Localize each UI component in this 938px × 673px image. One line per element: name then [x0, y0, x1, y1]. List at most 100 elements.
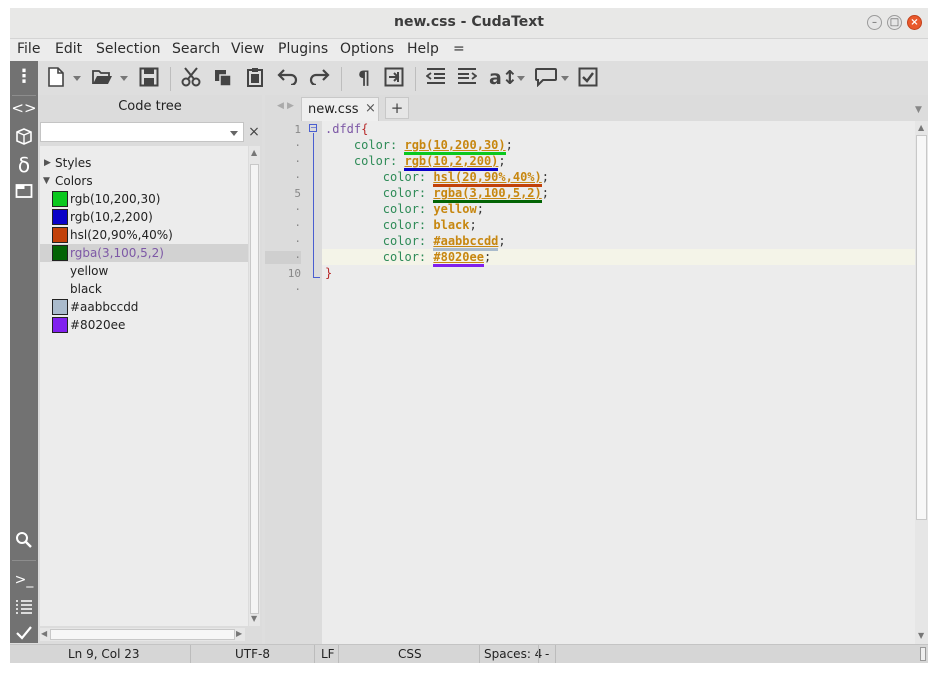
- fold-collapse-icon[interactable]: −: [309, 124, 317, 132]
- code-tree-icon[interactable]: <>: [10, 99, 38, 117]
- close-window-button[interactable]: ×: [907, 15, 922, 30]
- scroll-down-icon[interactable]: ▼: [251, 614, 257, 623]
- tree-item[interactable]: rgb(10,200,30): [40, 190, 248, 208]
- close-icon[interactable]: ×: [365, 101, 376, 116]
- tree-group-styles[interactable]: ▶ Styles: [40, 154, 248, 172]
- chevron-right-icon[interactable]: ▶: [44, 154, 51, 172]
- semicolon: ;: [476, 202, 484, 216]
- menu-bar: File Edit Selection Search View Plugins …: [10, 39, 928, 61]
- console-icon[interactable]: >_: [10, 572, 38, 588]
- tree-item[interactable]: hsl(20,90%,40%): [40, 226, 248, 244]
- color-swatch: [52, 299, 68, 315]
- tree-group-colors[interactable]: ▼ Colors: [40, 172, 248, 190]
- menu-edit[interactable]: Edit: [55, 41, 82, 57]
- search-icon[interactable]: [10, 531, 38, 554]
- comment-dropdown-icon[interactable]: [561, 76, 569, 81]
- scroll-left-icon[interactable]: ◀: [41, 629, 47, 638]
- project-icon[interactable]: [10, 127, 38, 150]
- menu-help[interactable]: Help: [407, 41, 439, 57]
- status-cursor-position[interactable]: Ln 9, Col 23: [68, 647, 140, 661]
- code-tree-horizontal-scrollbar[interactable]: ◀ ▶: [40, 628, 245, 641]
- scroll-right-icon[interactable]: ▶: [236, 629, 242, 638]
- line-number-current: ·: [265, 251, 301, 264]
- menu-file[interactable]: File: [17, 41, 40, 57]
- tree-item[interactable]: yellow: [40, 262, 248, 280]
- wrap-icon[interactable]: [382, 67, 406, 89]
- editor-vertical-scrollbar[interactable]: ▲ ▼: [915, 121, 928, 644]
- close-icon[interactable]: ×: [248, 122, 260, 142]
- maximize-button[interactable]: □: [887, 15, 902, 30]
- menu-options[interactable]: Options: [340, 41, 394, 57]
- tabs-icon[interactable]: [10, 183, 38, 204]
- text-case-icon[interactable]: a↕: [489, 67, 518, 89]
- tree-item-label: yellow: [70, 264, 109, 278]
- css-property: color:: [353, 154, 405, 168]
- menu-plugins[interactable]: Plugins: [278, 41, 328, 57]
- tree-item[interactable]: rgb(10,2,200): [40, 208, 248, 226]
- tree-item[interactable]: #aabbccdd: [40, 298, 248, 316]
- menu-search[interactable]: Search: [172, 41, 220, 57]
- checkbox-icon[interactable]: [576, 67, 600, 89]
- menu-extra[interactable]: =: [453, 41, 465, 57]
- code-line-current: color: #8020ee;: [325, 249, 492, 267]
- comment-icon[interactable]: [534, 67, 558, 89]
- chevron-down-icon[interactable]: ▼: [43, 172, 50, 190]
- save-icon[interactable]: [137, 67, 161, 89]
- semicolon: ;: [541, 186, 549, 200]
- scroll-up-icon[interactable]: ▲: [251, 148, 257, 157]
- window-title: new.css - CudaText: [394, 14, 544, 30]
- unindent-icon[interactable]: [424, 67, 448, 89]
- add-tab-button[interactable]: +: [385, 97, 409, 119]
- tree-item-label: rgb(10,2,200): [70, 210, 153, 224]
- scroll-thumb[interactable]: [50, 629, 235, 640]
- validate-icon[interactable]: [10, 625, 38, 646]
- scroll-down-icon[interactable]: ▼: [918, 631, 924, 640]
- status-encoding[interactable]: UTF-8: [235, 647, 270, 661]
- new-file-icon[interactable]: [44, 67, 68, 89]
- status-indent[interactable]: Spaces: 4: [484, 647, 542, 661]
- status-line-ending[interactable]: LF: [321, 647, 335, 661]
- undo-icon[interactable]: [276, 67, 300, 89]
- new-file-dropdown-icon[interactable]: [73, 76, 81, 81]
- menu-selection[interactable]: Selection: [96, 41, 161, 57]
- menu-view[interactable]: View: [231, 41, 264, 57]
- paste-icon[interactable]: [243, 67, 267, 89]
- open-file-icon[interactable]: [90, 67, 114, 89]
- tab-scroll-right-icon[interactable]: ▶: [287, 101, 294, 111]
- open-file-dropdown-icon[interactable]: [120, 76, 128, 81]
- css-property: color:: [382, 170, 434, 184]
- tree-item[interactable]: black: [40, 280, 248, 298]
- side-panel-bar: ⋮ <> δ >_: [10, 61, 38, 643]
- code-tree-vertical-scrollbar[interactable]: ▲ ▼: [249, 146, 260, 626]
- scroll-up-icon[interactable]: ▲: [918, 123, 924, 132]
- scroll-thumb[interactable]: [916, 135, 927, 520]
- code-tree-panel: Code tree × ▶ Styles ▼ Colors rgb(10,200…: [38, 95, 262, 644]
- tree-item-selected[interactable]: rgba(3,100,5,2): [40, 244, 248, 262]
- code-tree-filter-input[interactable]: [40, 122, 244, 142]
- minimize-button[interactable]: –: [867, 15, 882, 30]
- delta-icon[interactable]: δ: [10, 153, 38, 177]
- app-window: new.css - CudaText – □ × File Edit Selec…: [10, 8, 928, 663]
- menu-dots-icon[interactable]: ⋮: [10, 66, 38, 87]
- copy-icon[interactable]: [211, 67, 235, 89]
- code-line: color: rgba(3,100,5,2);: [325, 185, 549, 203]
- tree-item-label: rgba(3,100,5,2): [70, 246, 164, 260]
- code-editor[interactable]: 1 · · · 5 · · · · 10 · − .dfdf{ color: r…: [265, 121, 915, 644]
- tabs-menu-chevron-down-icon[interactable]: ▼: [915, 105, 922, 115]
- output-icon[interactable]: [10, 599, 38, 620]
- semicolon: ;: [483, 250, 492, 264]
- text-case-dropdown-icon[interactable]: [517, 76, 525, 81]
- tab-scroll-left-icon[interactable]: ◀: [277, 101, 284, 111]
- redo-icon[interactable]: [307, 67, 331, 89]
- tab-new-css[interactable]: new.css ×: [301, 97, 379, 121]
- chevron-down-icon[interactable]: [230, 131, 238, 136]
- cut-icon[interactable]: [179, 67, 203, 89]
- resize-grip[interactable]: [920, 647, 926, 661]
- tree-item[interactable]: #8020ee: [40, 316, 248, 334]
- scroll-thumb[interactable]: [250, 164, 259, 614]
- indent-icon[interactable]: [455, 67, 479, 89]
- pilcrow-icon[interactable]: ¶: [352, 67, 376, 89]
- status-lexer[interactable]: CSS: [398, 647, 422, 661]
